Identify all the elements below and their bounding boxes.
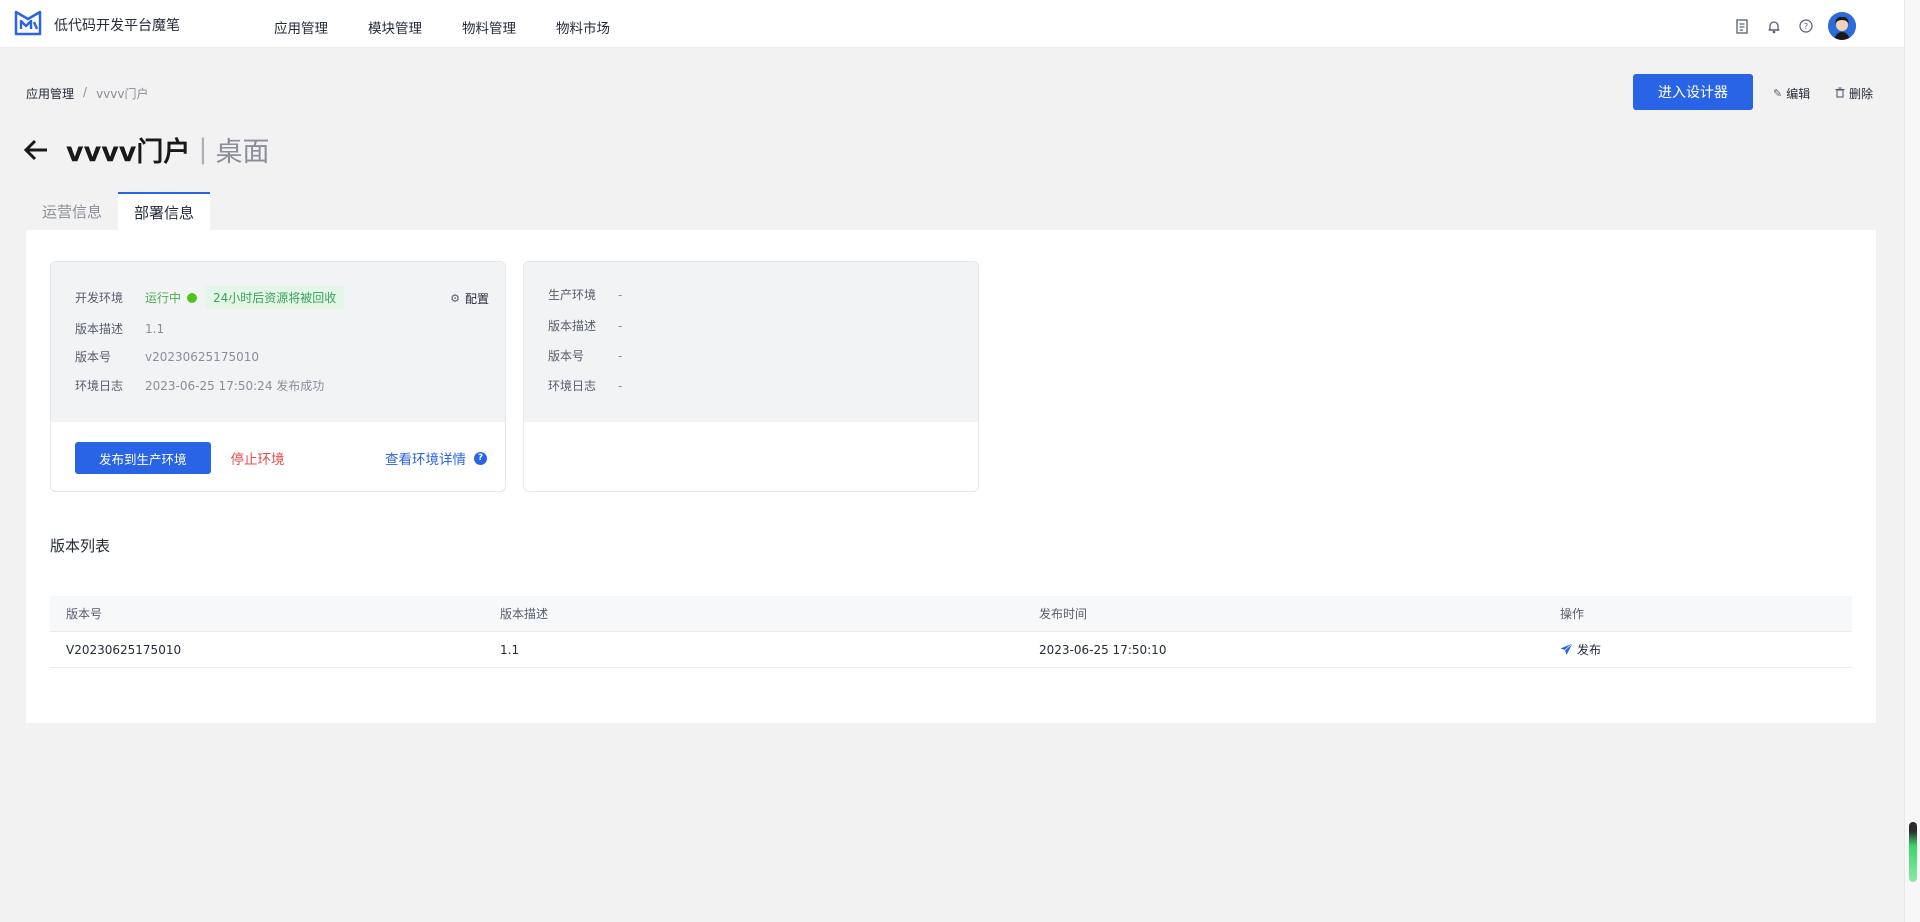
nav-item-app-management[interactable]: 应用管理 (274, 17, 328, 37)
prod-version-label: 版本号 (548, 349, 585, 363)
trash-icon (1835, 86, 1845, 101)
main-nav: 应用管理 模块管理 物料管理 物料市场 (274, 17, 650, 37)
cell-desc: 1.1 (500, 642, 520, 657)
top-navigation-bar: 低代码开发平台魔笔 应用管理 模块管理 物料管理 物料市场 ? (0, 0, 1904, 48)
dev-env-info: 开发环境 运行中 24小时后资源将被回收 ⚙ 配置 版本描述 1.1 版本号 v… (51, 262, 505, 422)
prod-env-info: 生产环境 - 版本描述 - 版本号 - 环境日志 - (524, 262, 978, 422)
dev-env-version-row: 版本号 v20230625175010 (75, 348, 259, 365)
prod-desc-value: - (618, 318, 623, 333)
version-label: 版本号 (75, 350, 112, 364)
nav-item-module-management[interactable]: 模块管理 (368, 17, 422, 37)
dev-env-log-row: 环境日志 2023-06-25 17:50:24 发布成功 (75, 377, 324, 394)
svg-text:?: ? (1804, 22, 1808, 31)
col-header-version: 版本号 (66, 607, 103, 621)
publish-version-label: 发布 (1577, 643, 1602, 657)
back-arrow-icon[interactable] (22, 138, 50, 162)
version-value: v20230625175010 (145, 349, 259, 364)
col-header-action: 操作 (1560, 607, 1585, 621)
prod-desc-row: 版本描述 - (548, 317, 622, 334)
stop-env-button[interactable]: 停止环境 (231, 448, 285, 468)
title-separator: | (198, 134, 208, 165)
dev-env-status: 运行中 (145, 291, 182, 305)
table-row: V20230625175010 1.1 2023-06-25 17:50:10 … (50, 632, 1852, 668)
version-list-title: 版本列表 (50, 537, 111, 555)
view-env-detail-label: 查看环境详情 (385, 452, 466, 468)
desc-value: 1.1 (145, 321, 165, 336)
prod-log-label: 环境日志 (548, 379, 597, 393)
prod-desc-label: 版本描述 (548, 319, 597, 333)
prod-version-value: - (618, 348, 623, 363)
prod-env-value: - (618, 287, 623, 302)
question-icon[interactable]: ? (474, 451, 487, 465)
edit-button[interactable]: ✎ 编辑 (1773, 85, 1810, 102)
dev-env-status-row: 开发环境 运行中 24小时后资源将被回收 (75, 286, 345, 309)
top-icons: ? (1718, 12, 1856, 40)
nav-item-material-market[interactable]: 物料市场 (556, 17, 610, 37)
breadcrumb-parent[interactable]: 应用管理 (26, 85, 74, 102)
prod-version-row: 版本号 - (548, 347, 622, 364)
document-icon[interactable] (1734, 18, 1750, 34)
page-scrollbar[interactable] (1904, 0, 1920, 922)
tab-deployment-info[interactable]: 部署信息 (118, 192, 211, 230)
tab-bar: 运营信息 部署信息 (26, 192, 211, 230)
app-name-title: vvvv门户 (66, 137, 191, 168)
config-label: 配置 (464, 292, 489, 306)
app-type-title: 桌面 (215, 137, 270, 168)
prod-log-value: - (618, 378, 623, 393)
cell-version: V20230625175010 (66, 642, 182, 657)
scrollbar-thumb[interactable] (1909, 822, 1917, 882)
log-value: 2023-06-25 17:50:24 发布成功 (145, 379, 325, 393)
nav-item-material-management[interactable]: 物料管理 (462, 17, 516, 37)
running-status-dot (187, 292, 198, 303)
desc-label: 版本描述 (75, 322, 124, 336)
config-button[interactable]: ⚙ 配置 (450, 290, 489, 307)
cell-time: 2023-06-25 17:50:10 (1039, 642, 1167, 657)
prod-env-label: 生产环境 (548, 288, 597, 302)
col-header-desc: 版本描述 (500, 607, 549, 621)
publish-to-prod-button[interactable]: 发布到生产环境 (75, 442, 211, 474)
help-icon[interactable]: ? (1798, 18, 1814, 34)
prod-env-card: 生产环境 - 版本描述 - 版本号 - 环境日志 - (523, 261, 979, 492)
delete-label: 删除 (1849, 87, 1874, 101)
breadcrumb-current: vvvv门户 (96, 87, 149, 101)
tab-operation-info[interactable]: 运营信息 (26, 192, 118, 230)
paper-plane-icon (1560, 643, 1573, 655)
app-logo[interactable] (13, 9, 43, 37)
delete-button[interactable]: 删除 (1835, 85, 1873, 102)
publish-version-button[interactable]: 发布 (1560, 641, 1601, 658)
prod-log-row: 环境日志 - (548, 377, 622, 394)
bell-icon[interactable] (1766, 18, 1782, 34)
breadcrumb-separator: / (83, 85, 88, 99)
table-header: 版本号 版本描述 发布时间 操作 (50, 596, 1852, 632)
avatar[interactable] (1828, 12, 1856, 40)
edit-icon: ✎ (1773, 87, 1783, 100)
page-title: vvvv门户 | 桌面 (22, 130, 270, 169)
prod-env-row: 生产环境 - (548, 286, 622, 303)
dev-env-label: 开发环境 (75, 291, 124, 305)
cell-action: 发布 (1560, 641, 1852, 658)
breadcrumb: 应用管理 / vvvv门户 (26, 85, 148, 102)
gear-icon: ⚙ (450, 292, 460, 305)
dev-env-desc-row: 版本描述 1.1 (75, 320, 164, 337)
edit-label: 编辑 (1786, 87, 1811, 101)
view-env-detail-link[interactable]: 查看环境详情 ? (385, 448, 487, 468)
dev-env-actions: 发布到生产环境 停止环境 查看环境详情 ? (75, 442, 495, 474)
enter-designer-button[interactable]: 进入设计器 (1633, 74, 1753, 110)
log-label: 环境日志 (75, 379, 124, 393)
col-header-time: 发布时间 (1039, 607, 1088, 621)
app-title: 低代码开发平台魔笔 (54, 18, 180, 34)
resource-recycle-tag: 24小时后资源将被回收 (205, 286, 345, 309)
deployment-panel: 开发环境 运行中 24小时后资源将被回收 ⚙ 配置 版本描述 1.1 版本号 v… (26, 230, 1876, 723)
dev-env-card: 开发环境 运行中 24小时后资源将被回收 ⚙ 配置 版本描述 1.1 版本号 v… (50, 261, 506, 492)
version-table: 版本号 版本描述 发布时间 操作 V20230625175010 1.1 202… (50, 596, 1852, 668)
